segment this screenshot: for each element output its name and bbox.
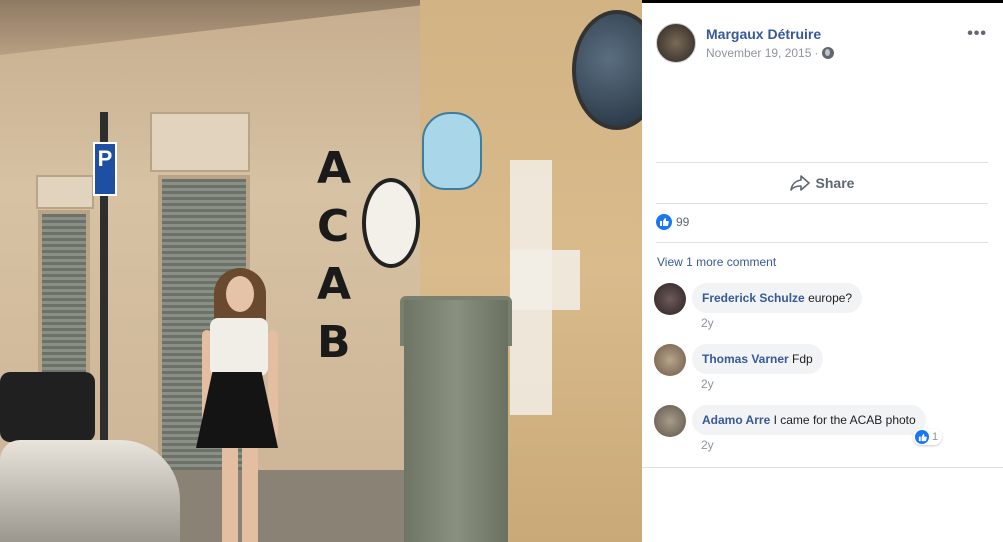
- photo-lintel: [150, 112, 250, 172]
- share-button[interactable]: Share: [656, 169, 988, 197]
- commenter-avatar[interactable]: [654, 344, 686, 376]
- comment-time[interactable]: 2y: [701, 316, 714, 330]
- like-count: 99: [676, 215, 690, 229]
- comment-reaction-badge[interactable]: 1: [913, 429, 943, 445]
- like-thumb-icon: [915, 430, 929, 444]
- post-side-panel: Margaux Détruire November 19, 2015 · •••…: [642, 0, 1003, 542]
- commenter-name[interactable]: Thomas Varner: [702, 352, 789, 366]
- comment-time[interactable]: 2y: [701, 438, 714, 452]
- photo-parking-sign: P: [93, 142, 117, 196]
- post-header-text: Margaux Détruire November 19, 2015 ·: [706, 26, 835, 60]
- divider: [656, 162, 988, 163]
- commenter-avatar[interactable]: [654, 405, 686, 437]
- photo-shutter-door: [38, 210, 90, 380]
- more-options-button[interactable]: •••: [967, 25, 987, 43]
- photo-lintel: [36, 175, 94, 209]
- divider: [656, 242, 988, 243]
- photo-person-top: [210, 318, 268, 376]
- share-label: Share: [815, 175, 855, 191]
- photo-graffiti-acab: ACAB: [317, 143, 352, 368]
- like-summary[interactable]: 99: [656, 214, 689, 230]
- commenter-avatar[interactable]: [654, 283, 686, 315]
- divider: [642, 467, 1003, 468]
- comment-text: europe?: [808, 291, 853, 305]
- comment-time[interactable]: 2y: [701, 377, 714, 391]
- globe-icon[interactable]: [822, 47, 835, 59]
- photo-person-legs: [222, 448, 258, 542]
- post-photo[interactable]: P ACAB: [0, 0, 642, 542]
- photo-pillar: [404, 300, 508, 542]
- author-avatar[interactable]: [656, 23, 696, 63]
- photo-sticker: [422, 112, 482, 190]
- meta-separator: ·: [814, 46, 819, 60]
- author-name[interactable]: Margaux Détruire: [706, 26, 834, 42]
- view-more-comments-link[interactable]: View 1 more comment: [657, 255, 776, 269]
- like-thumb-icon: [656, 214, 672, 230]
- comment-text: I came for the ACAB photo: [773, 413, 916, 427]
- post-meta: November 19, 2015 ·: [706, 46, 835, 60]
- comment-bubble: Frederick Schulze europe?: [692, 283, 863, 313]
- photo-scooter: [0, 440, 180, 542]
- photo-graffiti-bubble: [362, 178, 420, 268]
- commenter-name[interactable]: Adamo Arre: [702, 413, 770, 427]
- photo-white-graffiti: [510, 250, 580, 310]
- comment-reaction-count: 1: [932, 431, 939, 443]
- commenter-name[interactable]: Frederick Schulze: [702, 291, 805, 305]
- share-arrow-icon: [789, 175, 810, 191]
- comment-text: Fdp: [792, 352, 813, 366]
- divider: [656, 203, 988, 204]
- post-date[interactable]: November 19, 2015: [706, 46, 811, 60]
- comment-bubble: Thomas Varner Fdp: [692, 344, 823, 374]
- comment-bubble: Adamo Arre I came for the ACAB photo: [692, 405, 926, 435]
- photo-scooter-box: [0, 372, 95, 442]
- post-header: Margaux Détruire November 19, 2015 ·: [656, 21, 835, 65]
- photo-person-face: [226, 276, 254, 312]
